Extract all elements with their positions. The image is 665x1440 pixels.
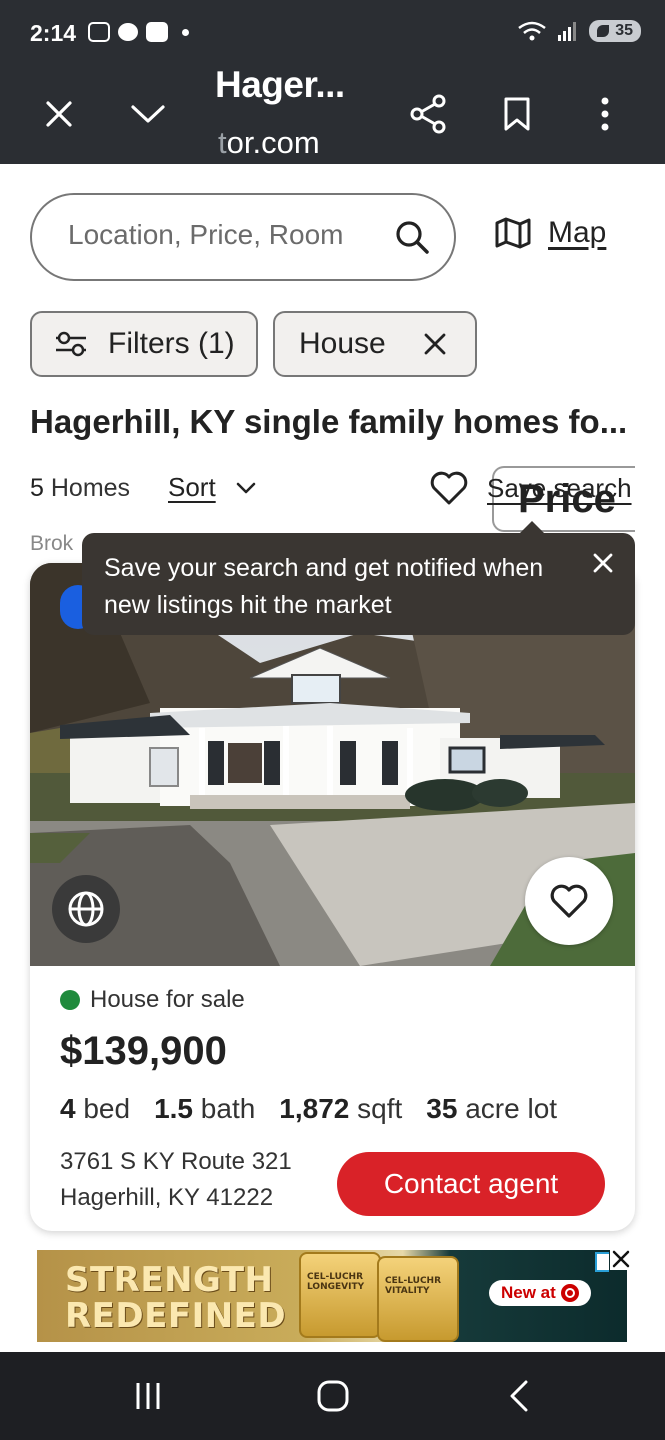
listing-price: $139,900 — [60, 1029, 227, 1073]
status-dot-icon — [60, 990, 80, 1010]
listing-card[interactable]: House for sale $139,900 4 bed 1.5 bath 1… — [30, 563, 635, 1231]
spec-lot: 35 acre lot — [426, 1093, 558, 1124]
ad-choices-icon[interactable] — [595, 1252, 609, 1272]
search-bar[interactable] — [30, 193, 456, 281]
notification-icons — [88, 22, 189, 42]
more-vertical-icon — [601, 97, 609, 131]
screenshot-icon — [88, 22, 110, 42]
more-options-button[interactable] — [583, 92, 627, 136]
ad-cta-label: New at — [501, 1283, 556, 1302]
more-notifications-icon — [182, 28, 189, 36]
url-domain-prefix: t — [218, 125, 227, 160]
system-nav-bar — [0, 1352, 665, 1440]
close-icon[interactable] — [593, 553, 613, 573]
globe-icon — [68, 891, 104, 927]
house-chip[interactable]: House — [273, 311, 477, 377]
sort-label: Sort — [168, 472, 216, 502]
save-search-tooltip: Save your search and get notified when n… — [82, 521, 635, 635]
filters-chip-label: Filters (1) — [108, 327, 235, 360]
search-input[interactable] — [68, 219, 368, 251]
listing-status: House for sale — [60, 986, 245, 1014]
target-logo-icon — [560, 1284, 579, 1302]
spec-baths: 1.5 bath — [154, 1093, 256, 1124]
chevron-down-icon — [236, 482, 255, 493]
homes-count-number: 5 — [30, 474, 44, 502]
remove-filter-icon[interactable] — [424, 333, 446, 355]
ad-headline: STRENGTH REDEFINED — [65, 1262, 286, 1334]
bookmark-button[interactable] — [495, 92, 539, 136]
minimize-button[interactable] — [126, 92, 170, 136]
save-listing-button[interactable] — [525, 857, 613, 945]
results-title: Hagerhill, KY single family homes fo... — [30, 403, 628, 440]
signal-icon — [558, 22, 577, 41]
listing-address-line1: 3761 S KY Route 321 — [60, 1148, 292, 1175]
broker-text: Brok — [30, 532, 74, 555]
back-icon — [510, 1380, 528, 1412]
search-icon[interactable] — [394, 219, 430, 255]
chevron-down-icon — [131, 105, 165, 123]
recent-apps-button[interactable] — [126, 1374, 170, 1418]
sort-dropdown[interactable]: Sort — [168, 472, 256, 503]
tooltip-text: Save your search and get notified when n… — [104, 554, 544, 619]
ad-product-longevity: CEL-LUCHR LONGEVITY — [299, 1252, 381, 1338]
ad-product-longevity-label: CEL-LUCHR LONGEVITY — [307, 1272, 365, 1292]
contact-agent-button[interactable]: Contact agent — [337, 1152, 605, 1216]
heart-icon — [550, 884, 588, 918]
wifi-icon — [518, 21, 546, 41]
listing-address-line2: Hagerhill, KY 41222 — [60, 1184, 274, 1211]
home-button[interactable] — [311, 1374, 355, 1418]
back-button[interactable] — [497, 1374, 541, 1418]
system-status: 35 — [517, 20, 641, 42]
close-icon — [612, 1250, 630, 1268]
map-view-link[interactable]: Map — [494, 216, 606, 250]
status-time: 2:14 — [30, 20, 77, 46]
sliders-icon — [56, 331, 86, 357]
ad-headline-line1: STRENGTH — [65, 1260, 274, 1300]
save-search-button[interactable]: Save search — [429, 470, 632, 506]
recent-apps-icon — [136, 1383, 160, 1409]
map-icon — [495, 217, 531, 249]
share-icon — [410, 94, 446, 134]
save-search-label: Save search — [487, 472, 632, 503]
heart-icon — [430, 471, 468, 505]
battery-indicator: 35 — [589, 20, 641, 42]
spec-sqft: 1,872 sqft — [279, 1093, 403, 1124]
ad-banner[interactable]: STRENGTH REDEFINED CEL-LUCHR LONGEVITY C… — [37, 1250, 627, 1342]
spec-beds: 4 bed — [60, 1093, 131, 1124]
ad-product-vitality-label: CEL-LUCHR VITALITY — [385, 1276, 442, 1296]
browser-toolbar: 2:14 35 Hager... tor.com — [0, 0, 665, 164]
ad-headline-line2: REDEFINED — [65, 1296, 287, 1336]
map-label: Map — [548, 216, 607, 249]
close-icon — [46, 101, 72, 127]
home-icon — [317, 1380, 349, 1412]
virtual-tour-button[interactable] — [52, 875, 120, 943]
ad-close-button[interactable] — [610, 1248, 632, 1270]
homes-count: 5 Homes — [30, 474, 130, 503]
ad-product-vitality: CEL-LUCHR VITALITY — [377, 1256, 459, 1342]
page-title-tab: Hager... — [215, 64, 345, 105]
url-domain-rest: or.com — [226, 125, 320, 160]
youtube-icon — [146, 22, 168, 42]
filters-chip[interactable]: Filters (1) — [30, 311, 258, 377]
close-tab-button[interactable] — [37, 92, 81, 136]
house-chip-label: House — [299, 327, 386, 360]
chat-icon — [118, 23, 138, 41]
url-domain[interactable]: tor.com — [218, 125, 320, 161]
listing-status-text: House for sale — [90, 986, 245, 1013]
listing-specs: 4 bed 1.5 bath 1,872 sqft 35 acre lot — [60, 1093, 557, 1125]
bookmark-icon — [504, 97, 530, 131]
homes-count-label: Homes — [50, 474, 131, 502]
share-button[interactable] — [406, 92, 450, 136]
ad-cta[interactable]: New at — [489, 1280, 591, 1306]
